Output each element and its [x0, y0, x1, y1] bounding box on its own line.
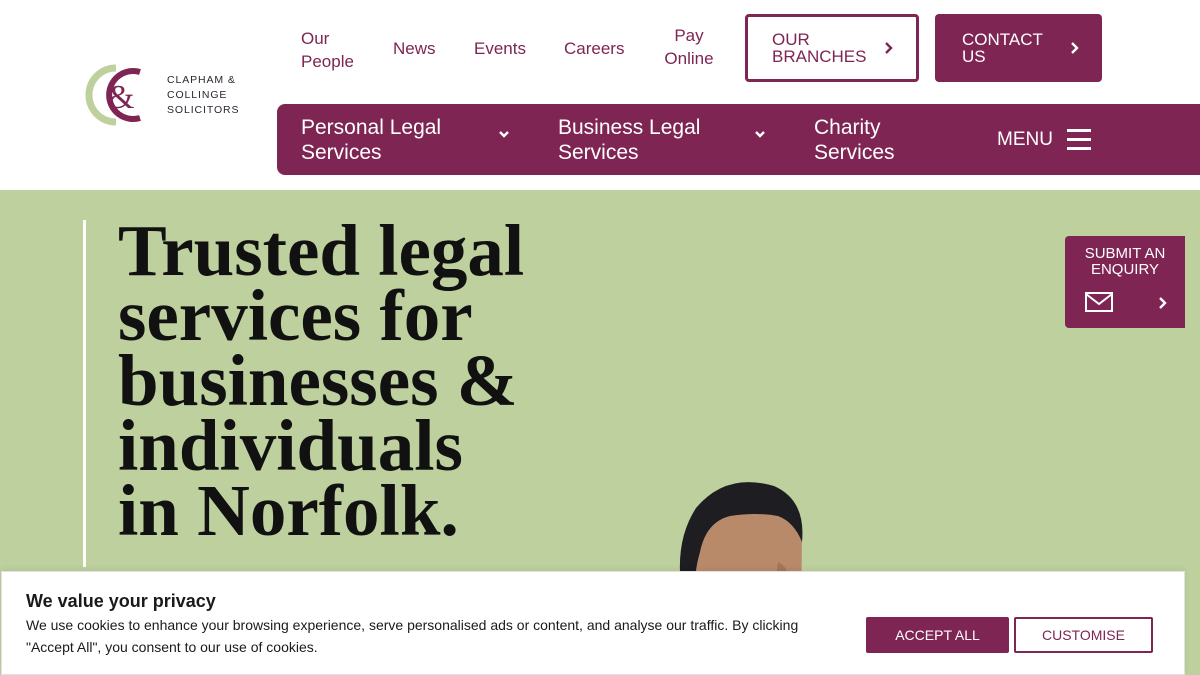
- logo-monogram: &: [85, 64, 141, 126]
- hero-accent-bar: [83, 220, 86, 567]
- mail-icon: [1085, 292, 1113, 312]
- hamburger-icon[interactable]: [1067, 128, 1091, 150]
- cookie-title: We value your privacy: [26, 591, 216, 611]
- svg-text:&: &: [108, 79, 134, 116]
- logo-line-1: CLAPHAM &: [167, 74, 236, 86]
- main-navigation: Personal Legal Services Business Legal S…: [277, 104, 1200, 175]
- nav-charity-label: Charity Services: [814, 116, 895, 164]
- cookie-banner: We value your privacy We use cookies to …: [1, 571, 1185, 675]
- nav-personal-legal-services[interactable]: Personal Legal Services: [301, 115, 466, 165]
- chevron-down-icon[interactable]: [754, 130, 766, 138]
- submit-enquiry-label: SUBMIT AN ENQUIRY: [1084, 245, 1166, 278]
- nav-charity-services[interactable]: Charity Services: [814, 115, 924, 165]
- chevron-right-icon: [885, 42, 893, 54]
- contact-us-label: CONTACT US: [962, 30, 1043, 66]
- chevron-down-icon[interactable]: [498, 130, 510, 138]
- logo-line-2: COLLINGE: [167, 89, 228, 101]
- nav-events[interactable]: Events: [474, 37, 526, 60]
- nav-business-legal-services[interactable]: Business Legal Services: [558, 115, 723, 165]
- nav-business-label: Business Legal Services: [558, 116, 701, 164]
- contact-us-button[interactable]: CONTACT US: [935, 14, 1102, 82]
- logo-line-3: SOLICITORS: [167, 104, 240, 116]
- nav-pay-online[interactable]: Pay Online: [660, 24, 718, 70]
- hero-title-line-1: Trusted legal: [118, 210, 525, 291]
- submit-enquiry-button[interactable]: SUBMIT AN ENQUIRY: [1065, 236, 1185, 328]
- chevron-right-icon: [1159, 297, 1167, 309]
- cookie-text: We use cookies to enhance your browsing …: [26, 617, 799, 655]
- hero-title-line-3: businesses &: [118, 340, 518, 421]
- logo-wordmark: CLAPHAM & COLLINGE SOLICITORS: [167, 73, 239, 118]
- site-header: & CLAPHAM & COLLINGE SOLICITORS Our Peop…: [0, 0, 1200, 190]
- our-branches-button[interactable]: OUR BRANCHES: [745, 14, 919, 82]
- accept-all-button[interactable]: ACCEPT ALL: [866, 617, 1009, 653]
- our-branches-label: OUR BRANCHES: [772, 30, 867, 66]
- hero-title: Trusted legal services for businesses & …: [118, 210, 525, 551]
- hero-title-line-4: individuals: [118, 405, 463, 486]
- customise-button[interactable]: CUSTOMISE: [1014, 617, 1153, 653]
- nav-careers[interactable]: Careers: [564, 37, 624, 60]
- logo[interactable]: & CLAPHAM & COLLINGE SOLICITORS: [82, 62, 242, 128]
- nav-news[interactable]: News: [393, 37, 436, 60]
- hero-title-line-2: services for: [118, 275, 473, 356]
- nav-our-people[interactable]: Our People: [301, 27, 361, 73]
- hero-title-line-5: in Norfolk.: [118, 470, 459, 551]
- menu-button[interactable]: MENU: [997, 128, 1053, 152]
- chevron-right-icon: [1071, 42, 1079, 54]
- nav-personal-label: Personal Legal Services: [301, 116, 442, 164]
